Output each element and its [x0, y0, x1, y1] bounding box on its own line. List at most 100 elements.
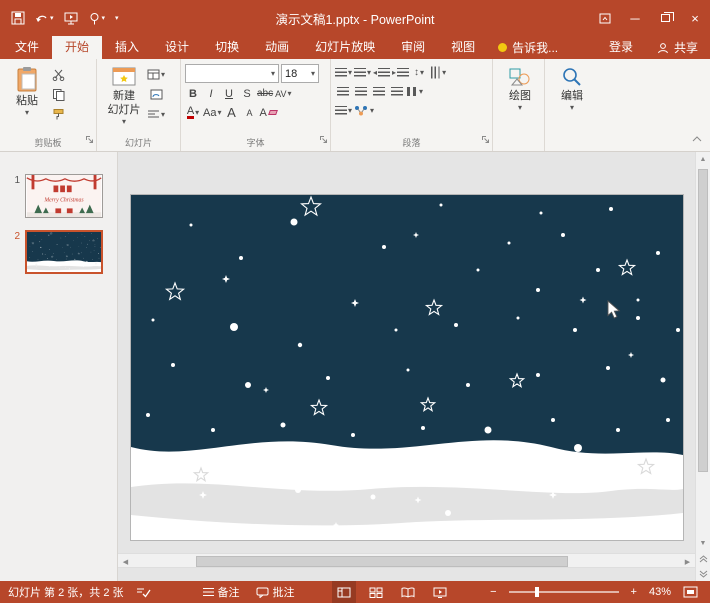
undo-button[interactable]: ▾ — [32, 10, 57, 26]
share-button[interactable]: 共享 — [645, 36, 710, 59]
slideshow-view-button[interactable] — [428, 581, 452, 603]
text-shadow-button[interactable]: S — [239, 85, 255, 102]
horizontal-scroll-thumb[interactable] — [196, 556, 568, 567]
scroll-up-button[interactable]: ▲ — [696, 152, 710, 167]
character-spacing-button[interactable]: AV ▾ — [275, 85, 291, 102]
zoom-slider-thumb[interactable] — [535, 587, 539, 597]
vertical-scroll-track[interactable] — [696, 167, 710, 536]
tab-animations[interactable]: 动画 — [252, 36, 302, 59]
line-spacing-button[interactable]: ↕▾ — [411, 64, 427, 81]
reset-slide-button[interactable] — [147, 86, 165, 103]
bullets-button[interactable]: ▾ — [335, 64, 352, 81]
drawing-button[interactable]: 绘图 ▾ — [497, 62, 543, 134]
tab-design[interactable]: 设计 — [152, 36, 202, 59]
clipboard-small-buttons — [50, 62, 66, 136]
scroll-left-button[interactable]: ◀ — [118, 554, 133, 569]
format-painter-button[interactable] — [50, 106, 66, 123]
spell-check-button[interactable] — [132, 581, 155, 603]
slide-editor-canvas[interactable]: ◀ ▶ — [118, 152, 695, 581]
next-slide-button[interactable] — [696, 566, 710, 581]
clear-formatting-button[interactable]: A — [259, 104, 276, 121]
tab-view[interactable]: 视图 — [438, 36, 488, 59]
tab-review[interactable]: 审阅 — [388, 36, 438, 59]
fit-to-window-icon — [683, 586, 698, 598]
previous-slide-button[interactable] — [696, 551, 710, 566]
outdent-arrow-icon: ◂ — [373, 68, 377, 77]
minimize-button[interactable]: ─ — [620, 0, 650, 36]
slide-2-art — [27, 232, 101, 272]
scroll-right-button[interactable]: ▶ — [680, 554, 695, 569]
change-case-label: Aa — [203, 107, 216, 119]
align-text-button[interactable]: ▾ — [335, 102, 352, 119]
zoom-in-button[interactable]: + — [627, 581, 641, 603]
text-direction-button[interactable]: ▾ — [429, 64, 446, 81]
increase-indent-button[interactable]: ▸ — [392, 64, 409, 81]
reading-view-button[interactable] — [396, 581, 420, 603]
save-button[interactable] — [8, 9, 28, 27]
customize-qat-button[interactable]: ▾ — [112, 12, 122, 24]
tell-me-box[interactable]: 告诉我... — [488, 36, 568, 59]
tab-home[interactable]: 开始 — [52, 36, 102, 59]
fit-slide-to-window-button[interactable] — [679, 581, 702, 603]
change-case-button[interactable]: Aa ▾ — [203, 104, 221, 121]
horizontal-scrollbar[interactable]: ◀ ▶ — [118, 553, 695, 568]
notes-button[interactable]: 备注 — [199, 581, 244, 603]
tab-slideshow[interactable]: 幻灯片放映 — [302, 36, 388, 59]
paste-button[interactable]: 粘贴 ▾ — [4, 62, 50, 134]
slide-layout-button[interactable]: ▾ — [147, 66, 165, 83]
align-center-button[interactable] — [353, 83, 369, 100]
zoom-slider[interactable] — [509, 591, 619, 593]
new-slide-icon — [112, 66, 136, 88]
undo-dropdown-icon[interactable]: ▾ — [50, 14, 54, 22]
comments-button[interactable]: 批注 — [252, 581, 299, 603]
bold-button[interactable]: B — [185, 85, 201, 102]
convert-smartart-button[interactable]: ▾ — [354, 102, 374, 119]
columns-button[interactable]: ▾ — [407, 83, 423, 100]
grow-font-button[interactable]: A — [223, 104, 239, 121]
new-slide-dropdown-icon[interactable]: ▾ — [122, 118, 126, 125]
close-button[interactable]: × — [680, 0, 710, 36]
cut-button[interactable] — [50, 66, 66, 83]
slide-2-item[interactable]: 2 — [0, 230, 117, 274]
shrink-font-button[interactable]: A — [241, 104, 257, 121]
slide-1-item[interactable]: 1 Merry Christmas — [0, 174, 117, 218]
tab-transitions[interactable]: 切换 — [202, 36, 252, 59]
new-slide-button[interactable]: 新建 幻灯片 ▾ — [101, 62, 147, 134]
vertical-scroll-thumb[interactable] — [698, 169, 708, 472]
tab-insert[interactable]: 插入 — [102, 36, 152, 59]
section-button[interactable]: ▾ — [147, 106, 165, 123]
align-right-button[interactable] — [371, 83, 387, 100]
slide-2-thumbnail[interactable] — [25, 230, 103, 274]
copy-button[interactable] — [50, 86, 66, 103]
slide-canvas[interactable] — [130, 194, 684, 541]
tab-file[interactable]: 文件 — [2, 36, 52, 59]
underline-button[interactable]: U — [221, 85, 237, 102]
zoom-out-button[interactable]: − — [486, 581, 500, 603]
decrease-indent-button[interactable]: ◂ — [373, 64, 390, 81]
touch-mode-dropdown-icon[interactable]: ▾ — [102, 14, 106, 22]
strikethrough-button[interactable]: abc — [257, 85, 273, 102]
ribbon-display-options-button[interactable] — [590, 0, 620, 36]
font-size-combobox[interactable]: 18 ▾ — [281, 64, 319, 83]
justify-button[interactable] — [389, 83, 405, 100]
vertical-scrollbar[interactable]: ▲ ▼ — [695, 152, 710, 581]
font-color-button[interactable]: A ▾ — [185, 104, 201, 121]
scroll-down-button[interactable]: ▼ — [696, 536, 710, 551]
start-slideshow-button[interactable] — [61, 10, 81, 27]
slide-1-thumbnail[interactable]: Merry Christmas — [25, 174, 103, 218]
maximize-button[interactable] — [650, 0, 680, 36]
zoom-percentage[interactable]: 43% — [649, 586, 671, 598]
italic-button[interactable]: I — [203, 85, 219, 102]
touch-mouse-mode-button[interactable]: ▾ — [85, 10, 109, 27]
editing-caret-icon: ▾ — [570, 104, 574, 111]
ribbon-group-drawing: 绘图 ▾ — [493, 59, 545, 151]
editing-button[interactable]: 编辑 ▾ — [549, 62, 595, 134]
normal-view-button[interactable] — [332, 581, 356, 603]
slide-sorter-view-button[interactable] — [364, 581, 388, 603]
sign-in-button[interactable]: 登录 — [597, 36, 645, 59]
font-name-combobox[interactable]: ▾ — [185, 64, 279, 83]
align-left-button[interactable] — [335, 83, 351, 100]
paste-dropdown-icon[interactable]: ▾ — [25, 109, 29, 116]
collapse-ribbon-button[interactable] — [692, 129, 702, 147]
numbering-button[interactable]: ▾ — [354, 64, 371, 81]
